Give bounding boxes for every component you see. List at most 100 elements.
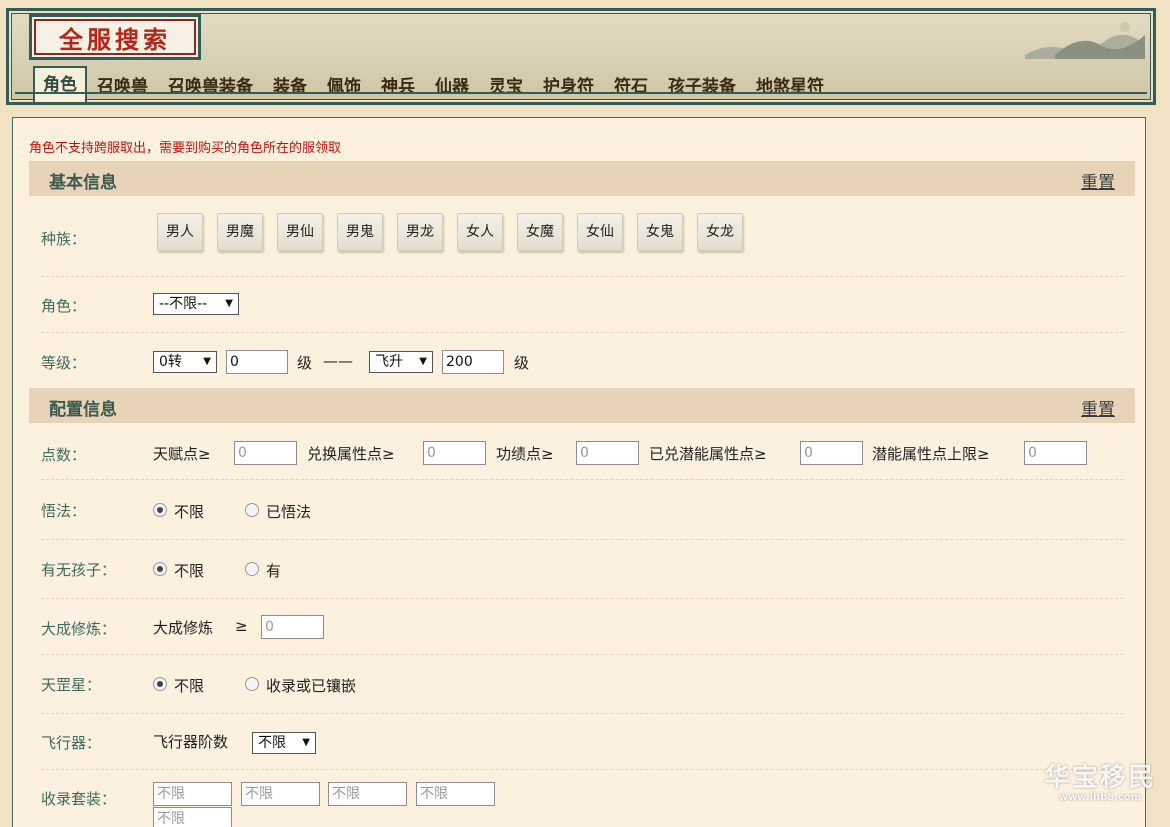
- tab-accessory[interactable]: 佩饰: [317, 72, 371, 102]
- level-from-select-value: 0转: [159, 354, 182, 370]
- wufa-radio-learned[interactable]: [245, 503, 259, 517]
- tab-pet-equipment[interactable]: 召唤兽装备: [158, 72, 263, 102]
- dropdown-arrow-icon: ▼: [225, 298, 233, 309]
- tab-spirit-treasure[interactable]: 灵宝: [479, 72, 533, 102]
- potential-points-cap-label: 潜能属性点上限≥: [872, 445, 990, 463]
- level-unit-from: 级: [297, 354, 313, 372]
- dacheng-text: 大成修炼: [153, 619, 214, 637]
- exchanged-potential-points-input[interactable]: 0: [800, 441, 863, 465]
- exchange-attribute-points-input[interactable]: 0: [423, 441, 486, 465]
- tab-star-talisman[interactable]: 地煞星符: [746, 72, 834, 102]
- tab-divine-weapon[interactable]: 神兵: [371, 72, 425, 102]
- cross-server-notice: 角色不支持跨服取出，需要到购买的角色所在的服领取: [29, 141, 342, 156]
- aircraft-text: 飞行器阶数: [153, 733, 229, 751]
- tab-pet[interactable]: 召唤兽: [87, 72, 158, 102]
- tiangang-label: 天罡星：: [41, 676, 102, 694]
- race-button-male-ghost[interactable]: 男鬼: [337, 213, 383, 251]
- tab-role[interactable]: 角色: [33, 66, 87, 102]
- aircraft-label: 飞行器：: [41, 734, 102, 752]
- talent-points-label: 天赋点≥: [153, 445, 211, 463]
- race-button-female-demon[interactable]: 女魔: [517, 213, 563, 251]
- race-button-male-demon[interactable]: 男魔: [217, 213, 263, 251]
- level-to-reincarnation-select[interactable]: 飞升 ▼: [369, 351, 433, 373]
- dropdown-arrow-icon: ▼: [302, 737, 310, 748]
- wufa-option-any: 不限: [174, 503, 205, 521]
- child-option-yes: 有: [266, 562, 282, 580]
- level-label: 等级：: [41, 354, 87, 372]
- tab-immortal-artifact[interactable]: 仙器: [425, 72, 479, 102]
- suit-input-5[interactable]: 不限: [153, 807, 232, 827]
- race-button-male-immortal[interactable]: 男仙: [277, 213, 323, 251]
- wufa-option-learned: 已悟法: [266, 503, 312, 521]
- dropdown-arrow-icon: ▼: [419, 356, 427, 367]
- exchange-attribute-points-label: 兑换属性点≥: [307, 445, 395, 463]
- role-select[interactable]: --不限-- ▼: [153, 293, 239, 315]
- tiangang-option-collected: 收录或已镶嵌: [266, 677, 357, 695]
- race-button-female-ghost[interactable]: 女鬼: [637, 213, 683, 251]
- role-label: 角色：: [41, 297, 87, 315]
- dacheng-label: 大成修炼：: [41, 620, 117, 638]
- row-divider: [41, 713, 1123, 714]
- aircraft-select-value: 不限: [258, 735, 286, 751]
- level-range-separator: ——: [323, 352, 353, 370]
- row-divider: [41, 539, 1123, 540]
- category-nav: 角色 召唤兽 召唤兽装备 装备 佩饰 神兵 仙器 灵宝 护身符 符石 孩子装备 …: [33, 66, 834, 102]
- talent-points-input[interactable]: 0: [234, 441, 297, 465]
- tiangang-radio-collected[interactable]: [245, 677, 259, 691]
- level-to-select-value: 飞升: [375, 354, 403, 370]
- potential-points-cap-input[interactable]: 0: [1024, 441, 1087, 465]
- suit-input-2[interactable]: 不限: [241, 782, 320, 806]
- dropdown-arrow-icon: ▼: [203, 356, 211, 367]
- race-button-female-immortal[interactable]: 女仙: [577, 213, 623, 251]
- row-divider: [41, 654, 1123, 655]
- search-panel: 角色不支持跨服取出，需要到购买的角色所在的服领取 基本信息 重置 种族： 男人 …: [12, 117, 1146, 827]
- tiangang-option-any: 不限: [174, 677, 205, 695]
- child-radio-yes[interactable]: [245, 562, 259, 576]
- row-divider: [41, 276, 1123, 277]
- tab-rune-stone[interactable]: 符石: [604, 72, 658, 102]
- level-from-reincarnation-select[interactable]: 0转 ▼: [153, 351, 217, 373]
- role-select-value: --不限--: [159, 296, 208, 312]
- tab-child-equipment[interactable]: 孩子装备: [658, 72, 746, 102]
- row-divider: [41, 332, 1123, 333]
- row-divider: [41, 479, 1123, 480]
- child-radio-any[interactable]: [153, 562, 167, 576]
- wufa-radio-any[interactable]: [153, 503, 167, 517]
- watermark-title: 华宝移民: [1043, 763, 1156, 793]
- title-badge: 全服搜索: [29, 14, 201, 60]
- level-from-input[interactable]: 0: [226, 350, 288, 374]
- basic-info-title: 基本信息: [49, 173, 117, 193]
- dacheng-input[interactable]: 0: [261, 615, 324, 639]
- race-button-male-dragon[interactable]: 男龙: [397, 213, 443, 251]
- race-button-female-dragon[interactable]: 女龙: [697, 213, 743, 251]
- race-button-female-human[interactable]: 女人: [457, 213, 503, 251]
- config-info-header: 配置信息 重置: [29, 388, 1135, 423]
- tab-amulet[interactable]: 护身符: [533, 72, 604, 102]
- row-divider: [41, 598, 1123, 599]
- landscape-decoration-icon: [1025, 22, 1145, 59]
- wufa-label: 悟法：: [41, 502, 87, 520]
- config-reset-link[interactable]: 重置: [1081, 395, 1115, 420]
- points-label: 点数：: [41, 446, 87, 464]
- suit-input-1[interactable]: 不限: [153, 782, 232, 806]
- row-divider: [41, 769, 1123, 770]
- basic-reset-link[interactable]: 重置: [1081, 168, 1115, 193]
- race-label: 种族：: [41, 230, 87, 248]
- level-to-input[interactable]: 200: [442, 350, 504, 374]
- race-button-male-human[interactable]: 男人: [157, 213, 203, 251]
- header-divider: [15, 92, 1147, 94]
- tiangang-radio-any[interactable]: [153, 677, 167, 691]
- aircraft-tier-select[interactable]: 不限 ▼: [252, 732, 316, 754]
- config-info-title: 配置信息: [49, 400, 117, 420]
- suit-input-4[interactable]: 不限: [416, 782, 495, 806]
- suit-input-3[interactable]: 不限: [328, 782, 407, 806]
- child-option-any: 不限: [174, 562, 205, 580]
- child-label: 有无孩子：: [41, 561, 117, 579]
- watermark-logo: 华宝移民 www.ihb8.com: [1044, 757, 1156, 803]
- watermark-url: www.ihb8.com: [1058, 792, 1142, 803]
- tab-equipment[interactable]: 装备: [263, 72, 317, 102]
- merit-points-input[interactable]: 0: [576, 441, 639, 465]
- exchanged-potential-points-label: 已兑潜能属性点≥: [649, 445, 767, 463]
- suit-label: 收录套装：: [41, 790, 117, 808]
- merit-points-label: 功绩点≥: [496, 445, 554, 463]
